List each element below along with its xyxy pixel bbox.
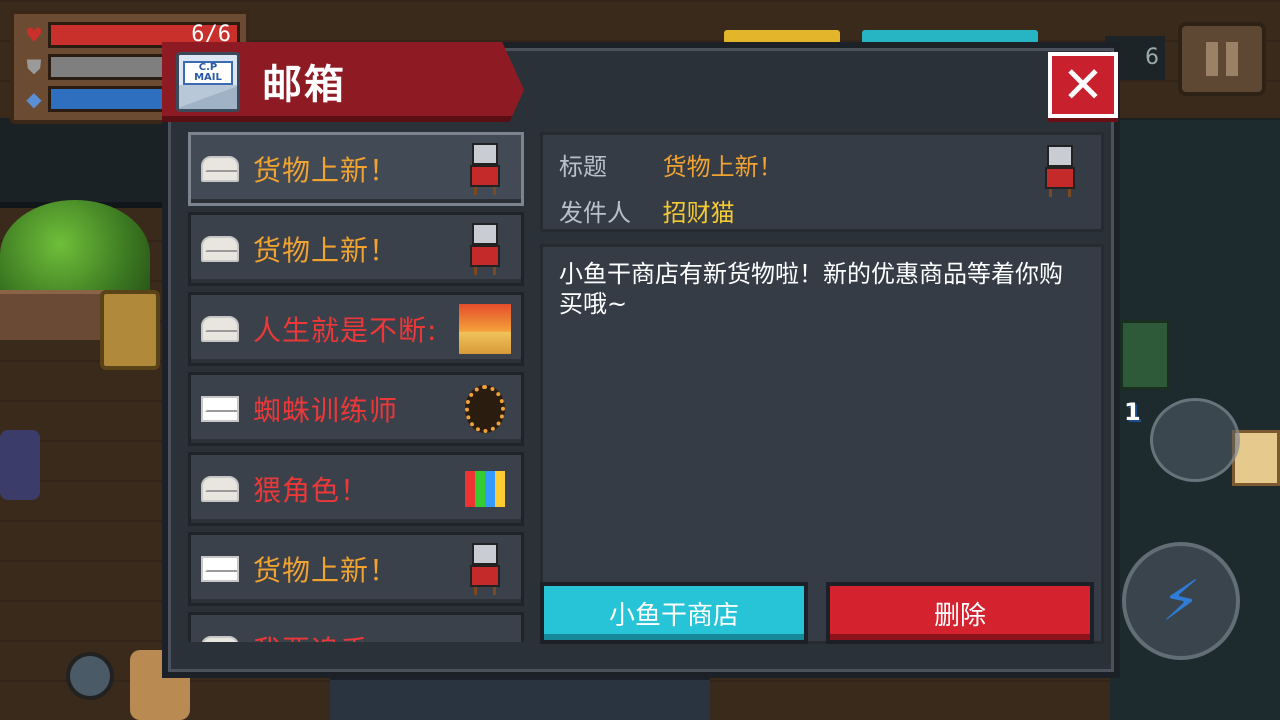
mail-item-label: 货物上新！ <box>253 554 399 587</box>
mail-item-label: 猥角色！ <box>253 474 370 507</box>
mail-list-item[interactable]: 货物上新！ <box>188 132 524 206</box>
lucky-cat-icon <box>457 541 513 597</box>
mailbox-header: C.P MAIL 邮箱 <box>162 42 524 122</box>
weapon-switch-button[interactable] <box>1150 398 1240 482</box>
sunset-icon <box>457 301 513 357</box>
vending-machine <box>1120 320 1170 390</box>
mailbox-title: 邮箱 <box>262 62 346 108</box>
npc-character <box>0 430 40 500</box>
pause-icon <box>1226 42 1238 76</box>
pause-icon <box>1206 42 1218 76</box>
lightning-icon: ⚡ <box>1161 568 1201 634</box>
lucky-cat-icon <box>457 141 513 197</box>
lucky-cat-icon <box>1043 145 1077 197</box>
spider-trainer-icon <box>457 381 513 437</box>
sender-key: 发件人 <box>559 199 631 227</box>
mail-item-label: 货物上新！ <box>253 154 399 187</box>
skill-button[interactable]: ⚡ <box>1122 542 1240 660</box>
mail-list-item[interactable]: 货物上新！ <box>188 532 524 606</box>
diamond-icon: ◆ <box>26 87 42 111</box>
mail-list-item[interactable]: 我要追乎 <box>188 612 524 642</box>
lucky-cat-icon <box>457 221 513 277</box>
opened-envelope-icon <box>201 636 239 642</box>
sender-value: 招财猫 <box>662 199 735 227</box>
mail-icon: C.P MAIL <box>176 52 240 112</box>
weapon-slot-number: 1 <box>1124 398 1141 426</box>
mail-body-text: 小鱼干商店有新货物啦！新的优惠商品等着你购买哦~ <box>559 260 1063 318</box>
mail-list-item[interactable]: 猥角色！ <box>188 452 524 526</box>
fish-shop-button[interactable]: 小鱼干商店 <box>540 582 808 644</box>
golden-idol-statue <box>100 290 160 370</box>
mail-item-label: 我要追乎 <box>253 629 521 642</box>
envelope-icon <box>201 396 239 422</box>
envelope-flap <box>179 85 237 109</box>
mail-list[interactable]: 货物上新！ 货物上新！ 人生就是不断: 蜘蛛训练师猥角色！ 货物上新！ 我要追乎 <box>182 128 524 642</box>
mail-item-label: 蜘蛛训练师 <box>253 394 399 427</box>
title-value: 货物上新！ <box>662 153 783 181</box>
character-icon <box>457 461 513 517</box>
sender-row: 发件人 招财猫 <box>559 193 735 228</box>
mail-item-label: 人生就是不断: <box>253 314 438 347</box>
mail-item-label: 货物上新！ <box>253 234 399 267</box>
mail-list-item[interactable]: 货物上新！ <box>188 212 524 286</box>
opened-envelope-icon <box>201 476 239 502</box>
mailbox-dialog: C.P MAIL 邮箱 ✕ 货物上新！ 货物上新！ 人生就是不断: 蜘蛛训练师猥角色！… <box>162 42 1120 678</box>
opened-envelope-icon <box>201 236 239 262</box>
opened-envelope-icon <box>201 316 239 342</box>
mail-list-item[interactable]: 人生就是不断: <box>188 292 524 366</box>
opened-envelope-icon <box>201 156 239 182</box>
delete-button[interactable]: 删除 <box>826 582 1094 644</box>
close-button[interactable]: ✕ <box>1048 52 1118 118</box>
shield-icon: ⛊ <box>26 55 42 79</box>
floor-tiles <box>330 676 710 720</box>
mail-detail-header: 标题 货物上新！ 发件人 招财猫 <box>540 132 1104 232</box>
mail-icon-label: C.P MAIL <box>183 61 233 85</box>
pause-button[interactable] <box>1178 22 1266 96</box>
mail-list-item[interactable]: 蜘蛛训练师 <box>188 372 524 446</box>
barrel <box>66 652 114 700</box>
envelope-icon <box>201 556 239 582</box>
heart-icon: ♥ <box>25 23 43 47</box>
title-row: 标题 货物上新！ <box>559 147 783 182</box>
title-key: 标题 <box>559 153 607 181</box>
